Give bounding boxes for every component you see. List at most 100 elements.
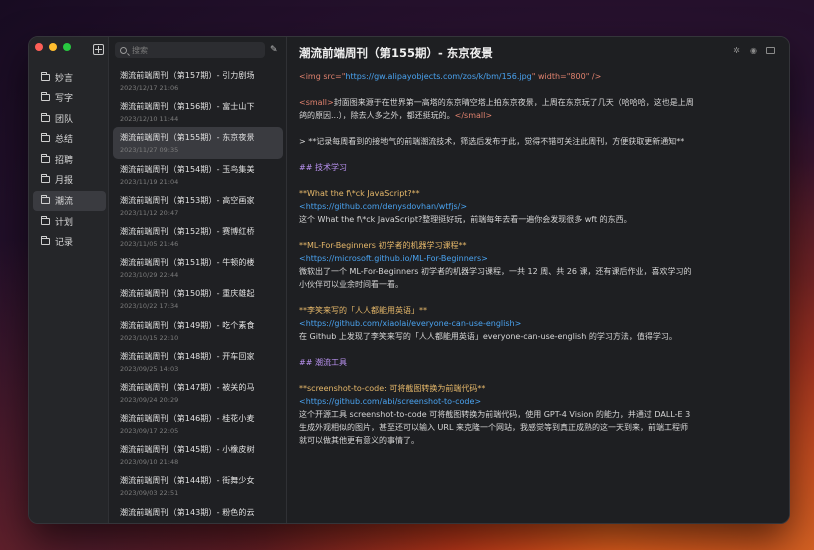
- list-item-date: 2023/11/27 09:35: [120, 146, 179, 155]
- list-item[interactable]: 潮流前端周刊（第157期）- 引力剧场 2023/12/17 21:06: [113, 65, 283, 96]
- folder-icon: [41, 195, 50, 205]
- article-desc: 微软出了一个 ML-For-Beginners 初学者的机器学习课程，一共 12…: [299, 267, 692, 276]
- markdown-editor[interactable]: <img src="https://gw.alipayobjects.com/z…: [299, 70, 759, 447]
- sidebar-item-folder[interactable]: 月报: [33, 170, 106, 190]
- sidebar-item-folder[interactable]: 总结: [33, 129, 106, 149]
- list-item-date: 2023/10/22 17:34: [120, 302, 179, 311]
- article-title: **What the f\*ck JavaScript?**: [299, 189, 420, 198]
- folder-icon: [41, 112, 50, 122]
- search-input[interactable]: [132, 45, 252, 55]
- list-item-date: 2023/11/19 21:04: [120, 177, 179, 186]
- list-item[interactable]: 潮流前端周刊（第146期）- 桂花小麦 2023/09/17 22:05: [113, 408, 283, 439]
- markup-text: <small>: [299, 98, 334, 107]
- sidebar-item-label: 妙言: [55, 73, 74, 84]
- list-item[interactable]: 潮流前端周刊（第150期）- 重庆雄起 2023/10/22 17:34: [113, 283, 283, 314]
- article-title: **screenshot-to-code: 可将截图转换为前端代码**: [299, 384, 486, 393]
- theme-toggle-icon[interactable]: ✲: [732, 47, 741, 55]
- new-folder-icon[interactable]: [93, 44, 104, 55]
- list-item-date: 2023/09/24 20:29: [120, 395, 179, 404]
- list-item-date: 2023/09/10 21:48: [120, 458, 179, 467]
- list-item-title: 潮流前端周刊（第155期）- 东京夜景: [120, 133, 255, 143]
- markup-text: " width="800" />: [531, 72, 602, 81]
- minimize-window-button[interactable]: [49, 43, 57, 51]
- editor-toolbar: ✲ ◉: [732, 47, 775, 55]
- article-desc: 就可以做其他更有意义的事情了。: [299, 436, 419, 445]
- editor-panel: 潮流前端周刊（第155期）- 东京夜景 ✲ ◉ <img src="https:…: [287, 37, 789, 523]
- sidebar-item-folder[interactable]: 团队: [33, 108, 106, 128]
- search-box[interactable]: [115, 42, 265, 58]
- article-title: **李笑来写的「人人都能用英语」**: [299, 306, 427, 315]
- sidebar-item-folder-active[interactable]: 潮流: [33, 190, 106, 211]
- export-icon[interactable]: [766, 47, 775, 54]
- section-heading: ## 潮流工具: [299, 358, 347, 367]
- list-item-date: 2023/09/25 14:03: [120, 364, 179, 373]
- folder-icon: [41, 133, 50, 143]
- list-item[interactable]: 潮流前端周刊（第143期）- 粉色的云: [113, 502, 283, 523]
- sidebar-item-folder[interactable]: 记录: [33, 232, 106, 252]
- list-item-date: 2023/12/10 11:44: [120, 115, 179, 124]
- folder-icon: [41, 236, 50, 246]
- list-item-title: 潮流前端周刊（第156期）- 富士山下: [120, 102, 255, 112]
- article-desc: 在 Github 上发现了李笑来写的「人人都能用英语」everyone-can-…: [299, 332, 677, 341]
- sidebar-item-folder[interactable]: 写字: [33, 88, 106, 108]
- list-item-date: 2023/10/29 22:44: [120, 271, 179, 280]
- folder-icon: [41, 174, 50, 184]
- list-item-date: 2023/09/03 22:51: [120, 489, 179, 498]
- list-item-title: 潮流前端周刊（第147期）- 被关的马: [120, 382, 255, 392]
- list-item-title: 潮流前端周刊（第157期）- 引力剧场: [120, 71, 255, 80]
- list-item-date: 2023/11/05 21:46: [120, 239, 179, 248]
- close-window-button[interactable]: [35, 43, 43, 51]
- list-item-title: 潮流前端周刊（第146期）- 桂花小麦: [120, 414, 255, 424]
- list-item[interactable]: 潮流前端周刊（第149期）- 吃个素食 2023/10/15 22:10: [113, 315, 283, 346]
- list-item-title: 潮流前端周刊（第153期）- 高空画家: [120, 195, 255, 205]
- list-item[interactable]: 潮流前端周刊（第144期）- 街舞少女 2023/09/03 22:51: [113, 470, 283, 501]
- blockquote-line: > **记录每周看到的接地气的前端潮流技术，筛选后发布于此，觉得不错可关注此周刊…: [299, 137, 685, 146]
- sidebar-item-label: 记录: [55, 238, 74, 249]
- search-icon: [120, 46, 127, 54]
- article-desc: 小伙伴可以业余时间看一看。: [299, 280, 403, 289]
- list-item-title: 潮流前端周刊（第151期）- 牛顿的楼: [120, 258, 255, 268]
- article-link: <https://microsoft.github.io/ML-For-Begi…: [299, 254, 488, 263]
- list-item-title: 潮流前端周刊（第145期）- 小橡皮树: [120, 445, 255, 455]
- list-item[interactable]: 潮流前端周刊（第154期）- 玉鸟集美 2023/11/19 21:04: [113, 159, 283, 190]
- sidebar-item-label: 团队: [55, 114, 74, 125]
- article-desc: 这个 What the f\*ck JavaScript?整理挺好玩，前端每年去…: [299, 215, 632, 224]
- sidebar-item-folder[interactable]: 招聘: [33, 149, 106, 169]
- article-desc: 这个开源工具 screenshot-to-code 可将截图转换为前端代码，使用…: [299, 410, 691, 419]
- list-item[interactable]: 潮流前端周刊（第156期）- 富士山下 2023/12/10 11:44: [113, 96, 283, 127]
- sidebar-item-label: 招聘: [55, 155, 74, 166]
- sidebar-item-folder[interactable]: 计划: [33, 211, 106, 231]
- compose-icon[interactable]: ✎: [270, 45, 280, 55]
- sidebar-item-folder[interactable]: 妙言: [33, 67, 106, 87]
- list-item[interactable]: 潮流前端周刊（第151期）- 牛顿的楼 2023/10/29 22:44: [113, 252, 283, 283]
- list-item[interactable]: 潮流前端周刊（第153期）- 高空画家 2023/11/12 20:47: [113, 190, 283, 221]
- article-link: <https://github.com/xiaolai/everyone-can…: [299, 319, 522, 328]
- content-line: 鸽的原因...），除去人多之外，都还挺玩的。</small>: [299, 109, 759, 122]
- folder-icon: [41, 71, 50, 81]
- folder-icon: [41, 92, 50, 102]
- markup-text: <img src=": [299, 72, 346, 81]
- list-item-title: 潮流前端周刊（第154期）- 玉鸟集美: [120, 164, 255, 174]
- preview-eye-icon[interactable]: ◉: [749, 47, 758, 55]
- list-item-title: 潮流前端周刊（第148期）- 开车回家: [120, 351, 255, 361]
- app-window: 妙言 写字 团队 总结 招聘 月报 潮流 计划 记录 ✎ 潮流前端周刊（第157…: [28, 36, 790, 524]
- article-link: <https://github.com/abi/screenshot-to-co…: [299, 397, 482, 406]
- note-list: 潮流前端周刊（第157期）- 引力剧场 2023/12/17 21:06 潮流前端…: [113, 65, 283, 523]
- list-item[interactable]: 潮流前端周刊（第145期）- 小橡皮树 2023/09/10 21:48: [113, 439, 283, 470]
- maximize-window-button[interactable]: [63, 43, 71, 51]
- note-list-panel: ✎ 潮流前端周刊（第157期）- 引力剧场 2023/12/17 21:06 潮流…: [109, 37, 287, 523]
- sidebar: 妙言 写字 团队 总结 招聘 月报 潮流 计划 记录: [29, 37, 109, 523]
- list-item-title: 潮流前端周刊（第152期）- 赛博红桥: [120, 226, 255, 236]
- list-item-title: 潮流前端周刊（第143期）- 粉色的云: [120, 507, 255, 517]
- content-text: 封面图来源于在世界第一高塔的东京晴空塔上拍东京夜景，上周在东京玩了几天（哈哈哈，…: [333, 98, 694, 107]
- list-item[interactable]: 潮流前端周刊（第152期）- 赛博红桥 2023/11/05 21:46: [113, 221, 283, 252]
- folder-icon: [41, 215, 50, 225]
- list-item-date: 2023/11/12 20:47: [120, 208, 179, 217]
- list-item[interactable]: 潮流前端周刊（第148期）- 开车回家 2023/09/25 14:03: [113, 346, 283, 377]
- folder-icon: [41, 153, 50, 163]
- list-item-date: 2023/12/17 21:06: [120, 84, 179, 92]
- list-item-date: 2023/09/17 22:05: [120, 427, 179, 436]
- list-item-selected[interactable]: 潮流前端周刊（第155期）- 东京夜景 2023/11/27 09:35: [113, 127, 283, 159]
- link-text: https://gw.alipayobjects.com/zos/k/bm/15…: [345, 72, 532, 81]
- list-item[interactable]: 潮流前端周刊（第147期）- 被关的马 2023/09/24 20:29: [113, 377, 283, 408]
